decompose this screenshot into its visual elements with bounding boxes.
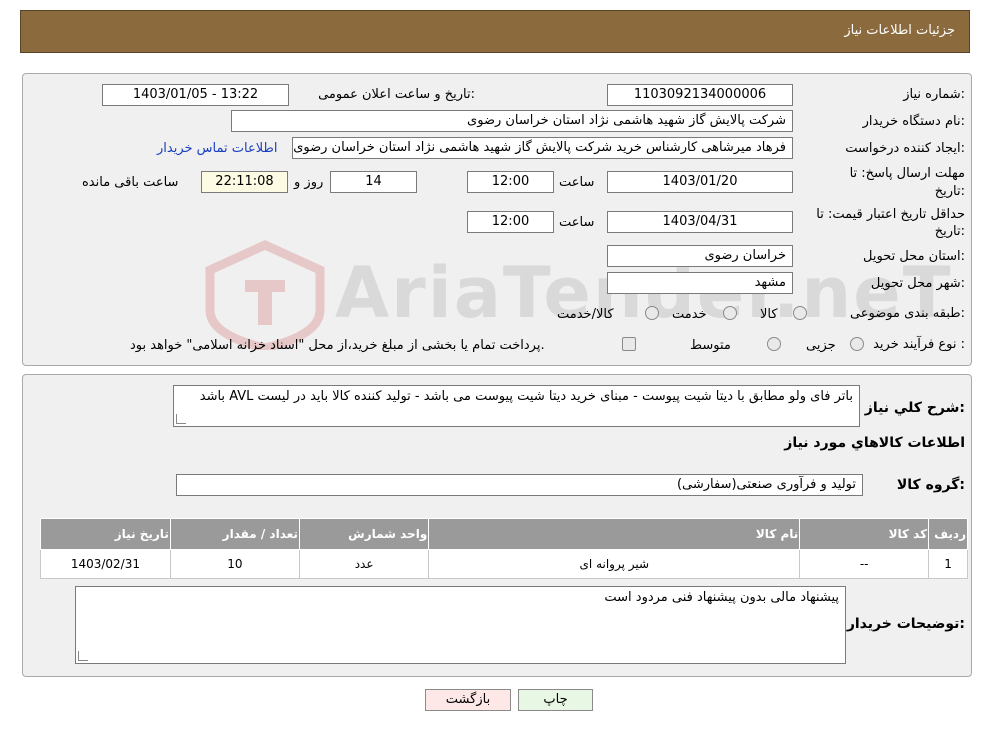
buyer-notes-field: پیشنهاد مالی بدون پیشنهاد فنی مردود است [75,586,846,664]
col-code: کد کالا [799,518,930,550]
cell-row: 1 [928,549,968,579]
delivery-city-field: مشهد [607,272,793,294]
col-row: ردیف [928,518,968,550]
buyer-notes-label: توضیحات خریدار: [846,616,965,632]
goods-group-field: تولید و فرآوری صنعتی(سفارشی) [176,474,863,496]
general-desc-label: شرح کلي نياز: [864,400,965,416]
reply-hour-label: ساعت [559,175,595,190]
col-date: تاریخ نیاز [40,518,171,550]
category-radio-goods[interactable] [793,306,807,320]
cell-date: 1403/02/31 [40,549,171,579]
reply-deadline-label-2: تاریخ: [934,184,965,199]
resize-grip-icon[interactable] [78,651,88,661]
buyer-notes-text: پیشنهاد مالی بدون پیشنهاد فنی مردود است [604,590,839,605]
print-button[interactable]: چاپ [518,689,593,711]
cell-name: شیر پروانه ای [428,549,801,579]
buyer-org-field: شرکت پالایش گاز شهید هاشمی نژاد استان خر… [231,110,793,132]
delivery-province-field: خراسان رضوی [607,245,793,267]
process-type-label: نوع فرآیند خرید : [873,337,965,352]
watermark-logo-icon [205,240,325,350]
price-time-field: 12:00 [467,211,554,233]
price-validity-label-2: تاریخ: [934,224,965,239]
goods-info-title: اطلاعات کالاهاي مورد نياز [784,435,965,451]
reply-days-field: 14 [330,171,417,193]
remaining-label: ساعت باقی مانده [82,175,179,190]
back-button[interactable]: بازگشت [425,689,511,711]
reply-deadline-label: مهلت ارسال پاسخ: تا [849,166,965,181]
days-and-label: روز و [294,175,324,190]
table-row: 1 -- شیر پروانه ای عدد 10 1403/02/31 [40,549,968,579]
col-name: نام کالا [428,518,801,550]
treasury-note: پرداخت تمام یا بخشی از مبلغ خرید،از محل … [130,338,545,353]
general-desc-text: باتر فای ولو مطابق با دیتا شیت پیوست - م… [199,389,853,404]
process-radio-medium[interactable] [767,337,781,351]
process-radio-minor[interactable] [850,337,864,351]
requester-label: ایجاد کننده درخواست: [845,141,965,156]
need-number-field: 1103092134000006 [607,84,793,106]
reply-date-field: 1403/01/20 [607,171,793,193]
category-option-goods-service: کالا/خدمت [557,307,614,322]
price-date-field: 1403/04/31 [607,211,793,233]
remaining-time-field: 22:11:08 [201,171,288,193]
goods-group-label: گروه کالا: [896,477,965,493]
col-unit: واحد شمارش [298,518,430,550]
need-number-label: شماره نیاز: [903,87,965,102]
price-validity-label: حداقل تاریخ اعتبار قیمت: تا [816,207,965,222]
category-option-service: خدمت [672,307,707,322]
general-desc-field: باتر فای ولو مطابق با دیتا شیت پیوست - م… [173,385,860,427]
delivery-city-label: شهر محل تحویل: [870,276,965,291]
category-radio-goods-service[interactable] [645,306,659,320]
delivery-province-label: استان محل تحویل: [863,249,965,264]
col-qty: تعداد / مقدار [169,518,300,550]
process-option-medium: متوسط [690,338,731,353]
reply-time-field: 12:00 [467,171,554,193]
cell-unit: عدد [298,549,430,579]
price-hour-label: ساعت [559,215,595,230]
requester-field: فرهاد میرشاهی کارشناس خرید شرکت پالایش گ… [292,137,793,159]
page-title: جزئیات اطلاعات نیاز [844,23,955,38]
process-option-minor: جزیی [806,338,836,353]
cell-code: -- [799,549,930,579]
announce-datetime-field: 1403/01/05 - 13:22 [102,84,289,106]
goods-table: ردیف کد کالا نام کالا واحد شمارش تعداد /… [40,518,968,579]
treasury-checkbox[interactable] [622,337,636,351]
buyer-org-label: نام دستگاه خریدار: [862,114,965,129]
resize-grip-icon[interactable] [176,414,186,424]
buyer-contact-link[interactable]: اطلاعات تماس خریدار [157,141,277,156]
announce-datetime-label: تاریخ و ساعت اعلان عمومی: [318,87,475,102]
goods-table-header: ردیف کد کالا نام کالا واحد شمارش تعداد /… [40,518,968,550]
page-header: جزئیات اطلاعات نیاز [20,10,970,53]
cell-qty: 10 [169,549,300,579]
category-radio-service[interactable] [723,306,737,320]
category-label: طبقه بندی موضوعی: [849,306,965,321]
category-option-goods: کالا [760,307,778,322]
